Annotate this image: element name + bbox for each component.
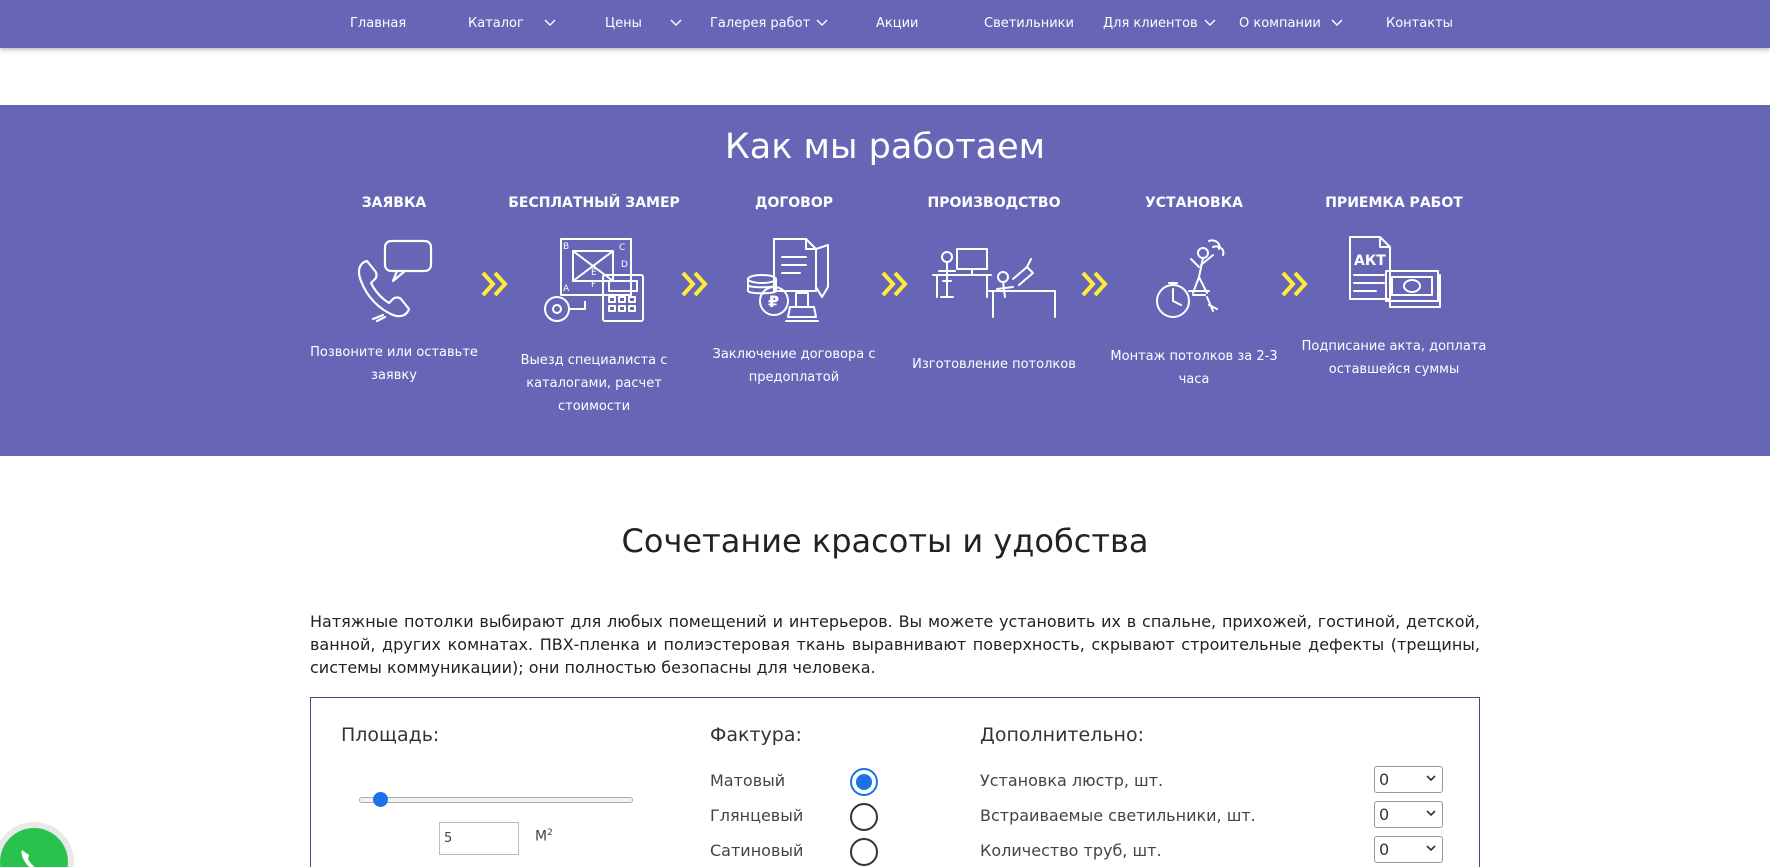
nav-label: Контакты: [1386, 15, 1453, 31]
step-production: ПРОИЗВОДСТВО Изготовление потолков: [894, 195, 1094, 376]
double-chevron-right-icon: [481, 271, 508, 297]
how-we-work-section: Как мы работаем ЗАЯВКА Позвоните или ост…: [0, 105, 1770, 456]
how-we-work-title: Как мы работаем: [724, 127, 1046, 167]
svg-text:B: B: [563, 242, 569, 252]
section-title: Сочетание красоты и удобства: [621, 522, 1149, 560]
area-unit: М2: [535, 828, 553, 845]
select-value: 0: [1379, 805, 1390, 824]
step-description: Позвоните или оставьте заявку: [310, 345, 478, 383]
extra-pipes-select[interactable]: 0: [1374, 836, 1443, 863]
nav-label: Для клиентов: [1103, 15, 1198, 31]
installer-clock-icon: [1156, 239, 1225, 318]
double-chevron-right-icon: [1081, 271, 1108, 297]
step-title: УСТАНОВКА: [1144, 195, 1244, 211]
act-money-icon: АКТ: [1349, 236, 1441, 308]
whatsapp-phone-icon: [21, 850, 35, 867]
area-slider[interactable]: [359, 797, 633, 803]
step-installation: УСТАНОВКА Монтаж потолков за 2-3 часа: [1094, 195, 1294, 391]
step-description: Подписание акта, доплата оставшейся сумм…: [1301, 339, 1487, 377]
nav-label: Главная: [350, 15, 407, 31]
area-unit-sup: 2: [547, 828, 553, 838]
chevron-down-icon: [1426, 810, 1436, 817]
texture-label: Фактура:: [710, 724, 802, 746]
extras-label: Дополнительно:: [980, 724, 1144, 746]
double-chevron-right-icon: [681, 271, 708, 297]
nav-label: Светильники: [984, 15, 1074, 31]
step-request: ЗАЯВКА Позвоните или оставьте заявку: [294, 195, 494, 387]
nav-label: Акции: [876, 15, 919, 31]
step-title: ЗАЯВКА: [361, 195, 427, 211]
svg-text:₽: ₽: [768, 292, 779, 311]
extra-spotlights-label: Встраиваемые светильники, шт.: [980, 806, 1256, 825]
nav-item-prices[interactable]: Цены: [605, 12, 682, 34]
contract-stamp-icon: ₽: [747, 238, 829, 322]
workshop-icon: [932, 248, 1056, 318]
nav-item-contacts[interactable]: Контакты: [1386, 12, 1453, 34]
nav-item-promotions[interactable]: Акции: [876, 12, 919, 34]
chevron-down-icon: [670, 19, 682, 26]
step-contract: ДОГОВОР ₽ Заключение договора с предопла…: [694, 195, 894, 389]
select-value: 0: [1379, 770, 1390, 789]
top-navigation: Главная Каталог Цены Галерея работ Акции…: [0, 0, 1770, 48]
step-title: ДОГОВОР: [754, 195, 834, 211]
whatsapp-circle: [0, 828, 68, 867]
step-title: БЕСПЛАТНЫЙ ЗАМЕР: [508, 195, 680, 211]
step-title: ПРОИЗВОДСТВО: [927, 195, 1061, 211]
double-chevron-right-icon: [1281, 271, 1308, 297]
svg-text:D: D: [621, 260, 628, 270]
chevron-down-icon: [1426, 845, 1436, 852]
area-label: Площадь:: [341, 724, 440, 746]
nav-item-lamps[interactable]: Светильники: [984, 12, 1074, 34]
nav-label: Галерея работ: [710, 15, 811, 31]
step-acceptance: ПРИЕМКА РАБОТ АКТ Подписание акта, допла…: [1294, 195, 1494, 381]
texture-option-satin: Сатиновый: [710, 841, 804, 860]
blueprint-calculator-icon: B C D A E F: [544, 238, 644, 322]
svg-text:A: A: [563, 284, 570, 294]
nav-label: Цены: [605, 15, 642, 31]
nav-label: Каталог: [468, 15, 524, 31]
section-intro: Натяжные потолки выбирают для любых поме…: [310, 612, 1480, 677]
texture-radio-glossy[interactable]: [850, 803, 878, 831]
step-description: Заключение договора с предоплатой: [712, 347, 876, 385]
step-description: Выезд специалиста с каталогами, расчет с…: [520, 353, 668, 414]
texture-option-matte: Матовый: [710, 771, 786, 790]
nav-label: О компании: [1239, 15, 1321, 31]
nav-item-about[interactable]: О компании: [1239, 12, 1343, 34]
double-chevron-right-icon: [881, 271, 908, 297]
price-calculator: Площадь: 5 М2 Фактура: Матовый Глянцевый…: [310, 697, 1480, 867]
extra-chandeliers-select[interactable]: 0: [1374, 766, 1443, 793]
texture-radio-satin[interactable]: [850, 838, 878, 866]
texture-option-glossy: Глянцевый: [710, 806, 804, 825]
step-title: ПРИЕМКА РАБОТ: [1325, 195, 1463, 211]
svg-text:E: E: [591, 268, 597, 278]
nav-item-home[interactable]: Главная: [350, 12, 406, 34]
area-input[interactable]: 5: [439, 822, 519, 855]
step-measure: БЕСПЛАТНЫЙ ЗАМЕР B C D A E F Выезд специ…: [494, 195, 694, 418]
select-value: 0: [1379, 840, 1390, 859]
area-unit-text: М: [535, 828, 548, 845]
chevron-down-icon: [816, 19, 828, 26]
nav-item-gallery[interactable]: Галерея работ: [710, 12, 828, 34]
chevron-down-icon: [1426, 775, 1436, 782]
chevron-down-icon: [1331, 19, 1343, 26]
svg-text:F: F: [591, 280, 596, 290]
extra-pipes-label: Количество труб, шт.: [980, 841, 1162, 860]
chevron-down-icon: [1204, 19, 1216, 26]
extra-spotlights-select[interactable]: 0: [1374, 801, 1443, 828]
phone-chat-icon: [357, 239, 433, 323]
svg-text:АКТ: АКТ: [1354, 253, 1386, 269]
area-slider-handle[interactable]: [373, 792, 388, 807]
nav-item-catalog[interactable]: Каталог: [468, 12, 556, 34]
svg-text:C: C: [619, 243, 625, 253]
extra-chandeliers-label: Установка люстр, шт.: [980, 771, 1164, 790]
texture-radio-matte[interactable]: [850, 768, 878, 796]
whatsapp-button[interactable]: [0, 822, 74, 867]
chevron-down-icon: [544, 19, 556, 26]
step-description: Монтаж потолков за 2-3 часа: [1110, 349, 1278, 387]
step-description: Изготовление потолков: [912, 357, 1076, 372]
nav-item-for-clients[interactable]: Для клиентов: [1103, 12, 1216, 34]
